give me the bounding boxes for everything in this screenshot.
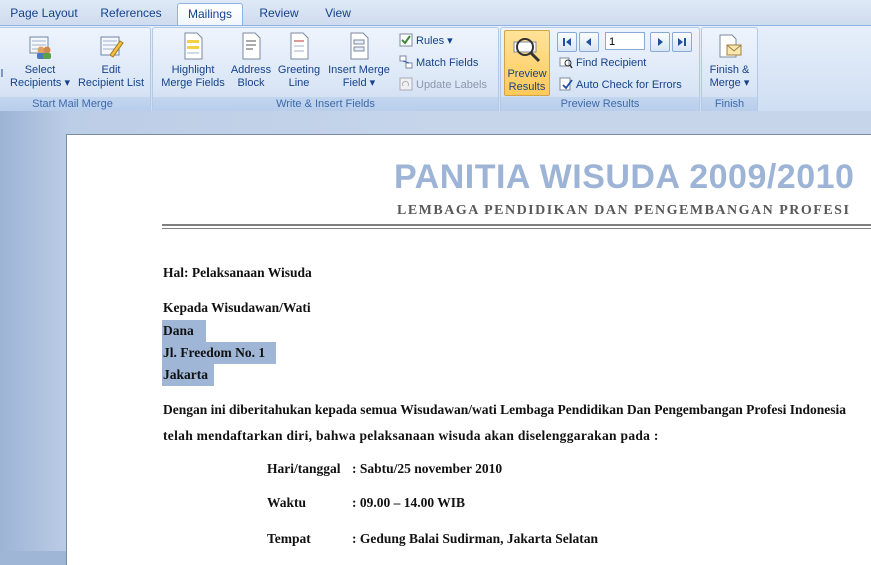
tab-references[interactable]: References (92, 3, 170, 25)
partial-button-label: l (0, 68, 4, 80)
finish-merge-button[interactable]: Finish & Merge ▾ (703, 31, 756, 90)
previous-record-button[interactable] (579, 32, 599, 52)
body-text-line-1: Dengan ini diberitahukan kepada semua Wi… (163, 402, 847, 417)
find-recipient-button[interactable]: Find Recipient (559, 55, 646, 71)
update-labels-icon (399, 77, 413, 91)
address-block-button[interactable]: Address Block (228, 31, 274, 90)
edit-recipient-list-button[interactable]: Edit Recipient List (75, 31, 147, 90)
update-labels-button[interactable]: Update Labels (399, 77, 487, 93)
detail-value-place: : Gedung Balai Sudirman, Jakarta Selatan (352, 531, 599, 546)
group-label-finish: Finish (702, 97, 757, 112)
detail-label-time: Waktu (267, 495, 307, 510)
detail-value-date: : Sabtu/25 november 2010 (352, 461, 503, 476)
address-block-icon (242, 32, 261, 60)
tab-review[interactable]: Review (250, 3, 308, 25)
auto-check-label: Auto Check for Errors (576, 79, 682, 91)
rules-label: Rules ▾ (416, 35, 453, 47)
letter-recipient-heading: Kepada Wisudawan/Wati (163, 300, 311, 315)
group-label-preview-results: Preview Results (501, 97, 699, 112)
match-fields-button[interactable]: Match Fields (399, 55, 478, 71)
tab-view[interactable]: View (316, 3, 360, 25)
preview-magnifier-icon (513, 38, 541, 63)
group-preview-results: Preview Results 1 Find Recipient Auto Ch… (500, 27, 700, 113)
greeting-label-2: Line (288, 77, 310, 89)
match-fields-label: Match Fields (416, 57, 479, 69)
detail-label-place: Tempat (267, 531, 311, 546)
update-labels-label: Update Labels (416, 79, 487, 91)
edit-recipient-label-1: Edit (101, 64, 121, 76)
insert-field-label-1: Insert Merge (328, 64, 390, 76)
letterhead-rule (162, 224, 871, 226)
highlight-fields-icon (184, 32, 203, 60)
merge-field-name[interactable]: Dana (163, 323, 194, 339)
letter-subject: Hal: Pelaksanaan Wisuda (163, 265, 312, 280)
insert-field-icon (350, 32, 369, 60)
greeting-line-button[interactable]: Greeting Line (275, 31, 323, 90)
greeting-label-1: Greeting (277, 64, 321, 76)
body-text-line-2: telah mendaftarkan diri, bahwa pelaksana… (163, 428, 659, 443)
letterhead-rule-thin (162, 228, 871, 229)
match-fields-icon (399, 55, 413, 69)
finish-label-2: Merge ▾ (709, 77, 750, 89)
last-record-button[interactable] (672, 32, 692, 52)
group-label-write-insert: Write & Insert Fields (153, 97, 498, 112)
address-label-2: Block (237, 77, 265, 89)
next-record-button[interactable] (650, 32, 670, 52)
finish-label-1: Finish & (709, 64, 750, 76)
preview-label-2: Results (508, 81, 546, 93)
group-write-insert-fields: Highlight Merge Fields Address Block Gre… (152, 27, 499, 113)
highlight-label-2: Merge Fields (161, 77, 225, 89)
rules-icon (399, 33, 413, 47)
edit-recipient-label-2: Recipient List (77, 77, 145, 89)
insert-merge-field-button[interactable]: Insert Merge Field ▾ (324, 31, 394, 90)
highlight-merge-fields-button[interactable]: Highlight Merge Fields (158, 31, 228, 90)
select-recipients-label-1: Select (24, 64, 56, 76)
letterhead-title: PANITIA WISUDA 2009/2010 (394, 158, 855, 196)
auto-check-icon (559, 77, 573, 91)
next-record-icon (658, 38, 663, 46)
letterhead-subtitle: LEMBAGA PENDIDIKAN DAN PENGEMBANGAN PROF… (397, 203, 851, 218)
find-recipient-icon (559, 57, 573, 69)
ribbon: l Select Recipients ▾ Edit Recipient Lis… (0, 25, 871, 113)
edit-list-icon (100, 36, 124, 58)
rules-button[interactable]: Rules ▾ (399, 33, 453, 49)
find-recipient-label: Find Recipient (576, 57, 647, 69)
select-recipients-button[interactable]: Select Recipients ▾ (7, 31, 73, 90)
address-label-1: Address (230, 64, 272, 76)
detail-label-date: Hari/tanggal (267, 461, 341, 476)
record-number-input[interactable]: 1 (605, 32, 645, 50)
greeting-line-icon (290, 32, 309, 60)
insert-field-label-2: Field ▾ (342, 77, 376, 89)
group-start-mail-merge: l Select Recipients ▾ Edit Recipient Lis… (0, 27, 151, 113)
tab-page-layout[interactable]: Page Layout (6, 3, 82, 25)
detail-value-time: : 09.00 – 14.00 WIB (352, 495, 466, 510)
last-record-icon (678, 38, 686, 46)
preview-label-1: Preview (507, 68, 547, 80)
tab-mailings[interactable]: Mailings (177, 3, 243, 26)
select-recipients-label-2: Recipients ▾ (10, 77, 70, 89)
group-label-start-mail-merge: Start Mail Merge (0, 97, 150, 112)
preview-results-button[interactable]: Preview Results (504, 30, 550, 96)
first-record-icon (563, 38, 571, 46)
group-finish: Finish & Merge ▾ Finish (701, 27, 758, 113)
previous-record-icon (586, 38, 591, 46)
merge-field-city[interactable]: Jakarta (163, 367, 208, 383)
merge-field-address[interactable]: Jl. Freedom No. 1 (163, 345, 265, 361)
ribbon-tab-bar: Page Layout References Mailings Review V… (0, 0, 871, 26)
finish-merge-icon (719, 34, 741, 58)
highlight-label-1: Highlight (171, 64, 215, 76)
recipients-icon (29, 36, 51, 59)
first-record-button[interactable] (557, 32, 577, 52)
auto-check-errors-button[interactable]: Auto Check for Errors (559, 77, 682, 93)
